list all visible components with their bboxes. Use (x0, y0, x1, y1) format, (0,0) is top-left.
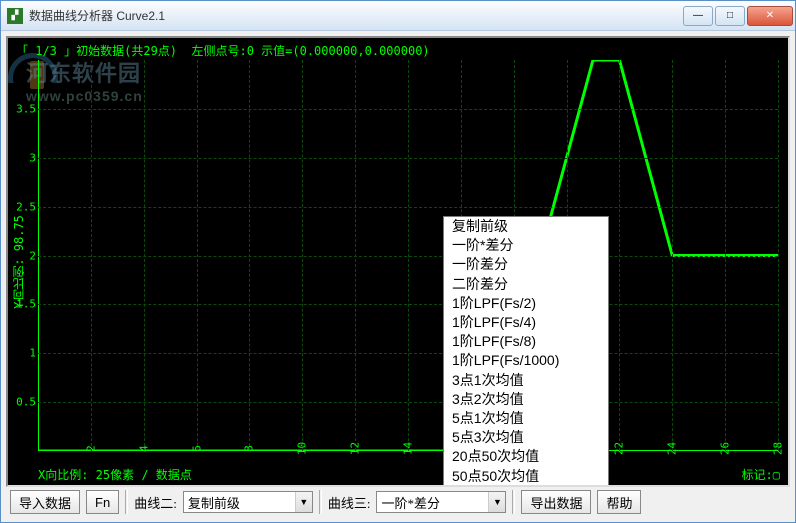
context-menu-item[interactable]: 3点1次均值 (444, 371, 608, 390)
x-axis-title: X向比例: 25像素 / 数据点 (38, 466, 192, 483)
context-menu-item[interactable]: 5点1次均值 (444, 409, 608, 428)
grid-line-v (197, 60, 198, 451)
x-tick-label: 10 (296, 442, 309, 455)
bottom-toolbar: 导入数据 Fn 曲线二: 复制前级 ▼ 曲线三: 一阶*差分 ▼ 导出数据 帮助 (6, 487, 790, 517)
separator (512, 490, 515, 514)
x-tick-label: 2 (84, 445, 97, 452)
curve3-value: 一阶*差分 (377, 493, 488, 512)
grid-line-v (302, 60, 303, 451)
chart-panel[interactable]: 河东软件园 www.pc0359.cn 「 1/3 」初始数据(共29点) 左侧… (6, 36, 790, 487)
close-button[interactable]: ✕ (747, 6, 793, 26)
help-button[interactable]: 帮助 (597, 490, 641, 514)
grid-line-v (91, 60, 92, 451)
context-menu-item[interactable]: 复制前级 (444, 217, 608, 236)
grid-line-v (144, 60, 145, 451)
x-tick-label: 6 (190, 445, 203, 452)
context-menu-item[interactable]: 3点2次均值 (444, 390, 608, 409)
context-menu-item[interactable]: 一阶差分 (444, 255, 608, 274)
x-tick-label: 28 (772, 442, 785, 455)
grid-line-v (778, 60, 779, 451)
context-menu-item[interactable]: 二阶差分 (444, 275, 608, 294)
context-menu-item[interactable]: 1阶LPF(Fs/4) (444, 313, 608, 332)
y-tick-label: 1 (29, 347, 36, 360)
context-menu-item[interactable]: 20点50次均值 (444, 447, 608, 466)
import-button[interactable]: 导入数据 (10, 490, 80, 514)
titlebar[interactable]: ▞ 数据曲线分析器 Curve2.1 — □ ✕ (1, 1, 795, 31)
x-tick-label: 26 (719, 442, 732, 455)
y-tick-label: 0.5 (16, 396, 36, 409)
context-menu-item[interactable]: 1阶LPF(Fs/2) (444, 294, 608, 313)
x-tick-label: 12 (349, 442, 362, 455)
context-menu-item[interactable]: 一阶*差分 (444, 236, 608, 255)
chart-grid (38, 60, 778, 451)
y-tick-label: 2 (29, 249, 36, 262)
context-menu-item[interactable]: 1阶LPF(Fs/8) (444, 332, 608, 351)
grid-line-v (355, 60, 356, 451)
content-area: 河东软件园 www.pc0359.cn 「 1/3 」初始数据(共29点) 左侧… (1, 31, 795, 522)
dropdown-arrow-icon: ▼ (295, 492, 312, 512)
y-tick-label: 3.5 (16, 102, 36, 115)
curve3-label: 曲线三: (328, 493, 371, 512)
curve2-value: 复制前级 (184, 493, 295, 512)
maximize-button[interactable]: □ (715, 6, 745, 26)
grid-line-v (249, 60, 250, 451)
curve2-label: 曲线二: (134, 493, 177, 512)
window-buttons: — □ ✕ (683, 6, 793, 26)
context-menu-item[interactable]: 5点3次均值 (444, 428, 608, 447)
minimize-button[interactable]: — (683, 6, 713, 26)
x-tick-label: 4 (137, 445, 150, 452)
y-tick-label: 3 (29, 151, 36, 164)
fn-button[interactable]: Fn (86, 490, 119, 514)
y-axis-title: Y向比例: 98.75 (10, 215, 27, 309)
curve3-combo[interactable]: 一阶*差分 ▼ (376, 491, 506, 513)
dropdown-arrow-icon: ▼ (488, 492, 505, 512)
info-line: 「 1/3 」初始数据(共29点) 左侧点号:0 示值=(0.000000,0.… (16, 42, 430, 59)
grid-line-v (725, 60, 726, 451)
grid-line-v (619, 60, 620, 451)
y-tick-label: 2.5 (16, 200, 36, 213)
x-tick-label: 8 (243, 445, 256, 452)
separator (319, 490, 322, 514)
export-button[interactable]: 导出数据 (521, 490, 591, 514)
y-tick-label: 1.5 (16, 298, 36, 311)
separator (125, 490, 128, 514)
context-menu: 复制前级一阶*差分一阶差分二阶差分1阶LPF(Fs/2)1阶LPF(Fs/4)1… (443, 216, 609, 487)
context-menu-item[interactable]: 50点50次均值 (444, 467, 608, 486)
x-tick-label: 24 (666, 442, 679, 455)
context-menu-item[interactable]: 二级-初始 (444, 486, 608, 487)
curve2-combo[interactable]: 复制前级 ▼ (183, 491, 313, 513)
grid-line-v (408, 60, 409, 451)
x-tick-label: 22 (613, 442, 626, 455)
mark-label: 标记:▢ (742, 466, 780, 483)
grid-line-v (672, 60, 673, 451)
x-tick-label: 14 (402, 442, 415, 455)
context-menu-item[interactable]: 1阶LPF(Fs/1000) (444, 351, 608, 370)
window-title: 数据曲线分析器 Curve2.1 (29, 7, 683, 24)
app-window: ▞ 数据曲线分析器 Curve2.1 — □ ✕ 河东软件园 www.pc035… (0, 0, 796, 523)
app-icon: ▞ (7, 8, 23, 24)
